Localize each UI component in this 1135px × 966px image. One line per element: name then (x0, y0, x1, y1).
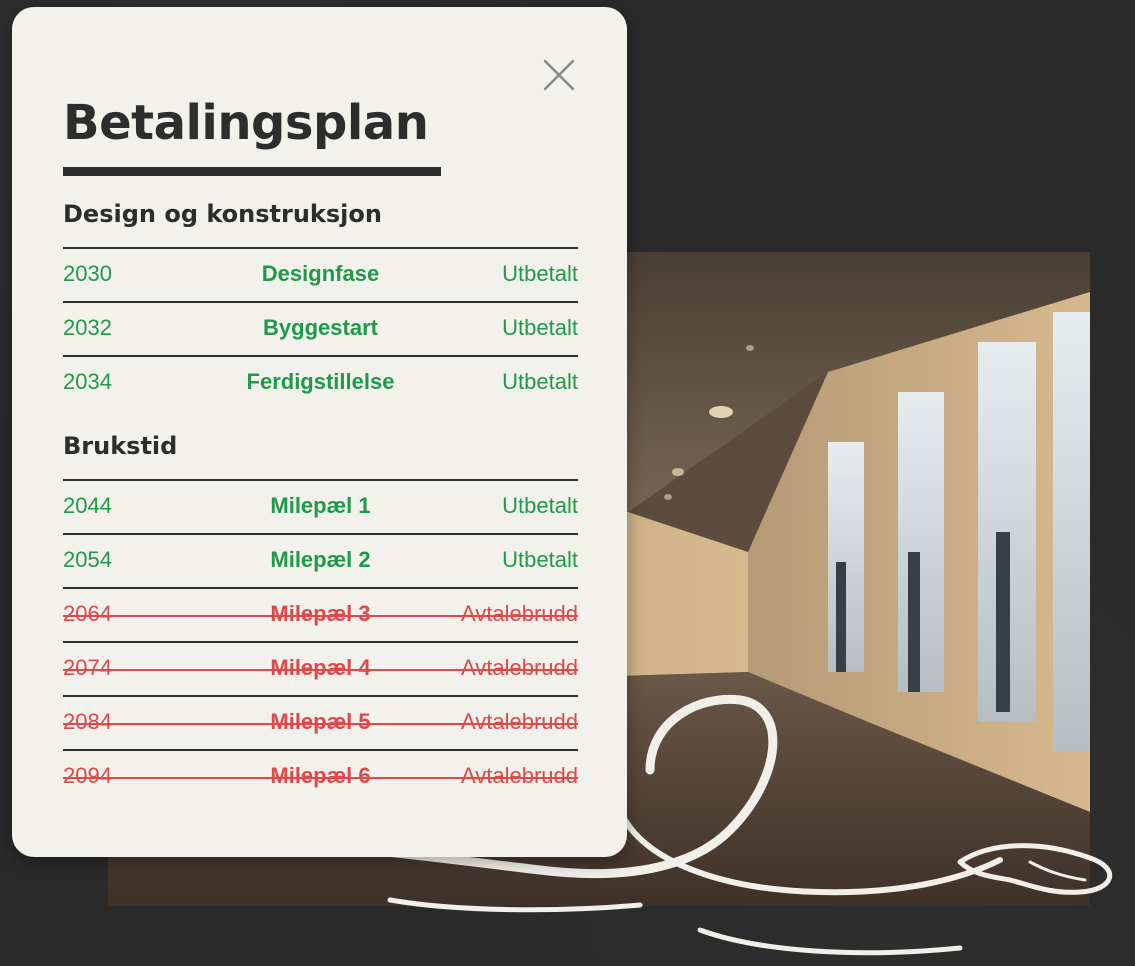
payment-plan-dialog: Betalingsplan Design og konstruksjon 203… (12, 7, 627, 857)
table-row: 2030 Designfase Utbetalt (63, 247, 578, 301)
table-row: 2074 Milepæl 4 Avtalebrudd (63, 641, 578, 695)
page-title: Betalingsplan (63, 95, 429, 151)
close-button[interactable] (541, 57, 577, 93)
row-status: Avtalebrudd (460, 709, 578, 734)
table-row: 2084 Milepæl 5 Avtalebrudd (63, 695, 578, 749)
section-title-design: Design og konstruksjon (63, 200, 382, 228)
row-phase: Milepæl 2 (270, 547, 371, 572)
row-phase: Byggestart (263, 315, 378, 340)
row-status: Avtalebrudd (460, 601, 578, 626)
table-row: 2064 Milepæl 3 Avtalebrudd (63, 587, 578, 641)
table-row: 2054 Milepæl 2 Utbetalt (63, 533, 578, 587)
table-row: 2044 Milepæl 1 Utbetalt (63, 479, 578, 533)
table-row: 2032 Byggestart Utbetalt (63, 301, 578, 355)
strikethrough-line (63, 615, 578, 617)
close-icon (543, 59, 575, 91)
row-status: Avtalebrudd (460, 655, 578, 680)
row-status: Utbetalt (502, 547, 578, 572)
row-status: Utbetalt (502, 261, 578, 286)
strikethrough-line (63, 777, 578, 779)
row-status: Utbetalt (502, 369, 578, 394)
table-row: 2094 Milepæl 6 Avtalebrudd (63, 749, 578, 803)
row-status: Avtalebrudd (460, 763, 578, 788)
strikethrough-line (63, 669, 578, 671)
row-status: Utbetalt (502, 315, 578, 340)
strikethrough-line (63, 723, 578, 725)
table-brukstid: 2044 Milepæl 1 Utbetalt 2054 Milepæl 2 U… (63, 479, 578, 803)
row-phase: Designfase (261, 261, 380, 286)
table-row: 2034 Ferdigstillelse Utbetalt (63, 355, 578, 409)
row-phase: Ferdigstillelse (246, 369, 395, 394)
row-status: Utbetalt (502, 493, 578, 518)
table-design: 2030 Designfase Utbetalt 2032 Byggestart… (63, 247, 578, 409)
title-underline (63, 167, 441, 176)
row-phase: Milepæl 1 (270, 493, 371, 518)
section-title-brukstid: Brukstid (63, 432, 178, 460)
